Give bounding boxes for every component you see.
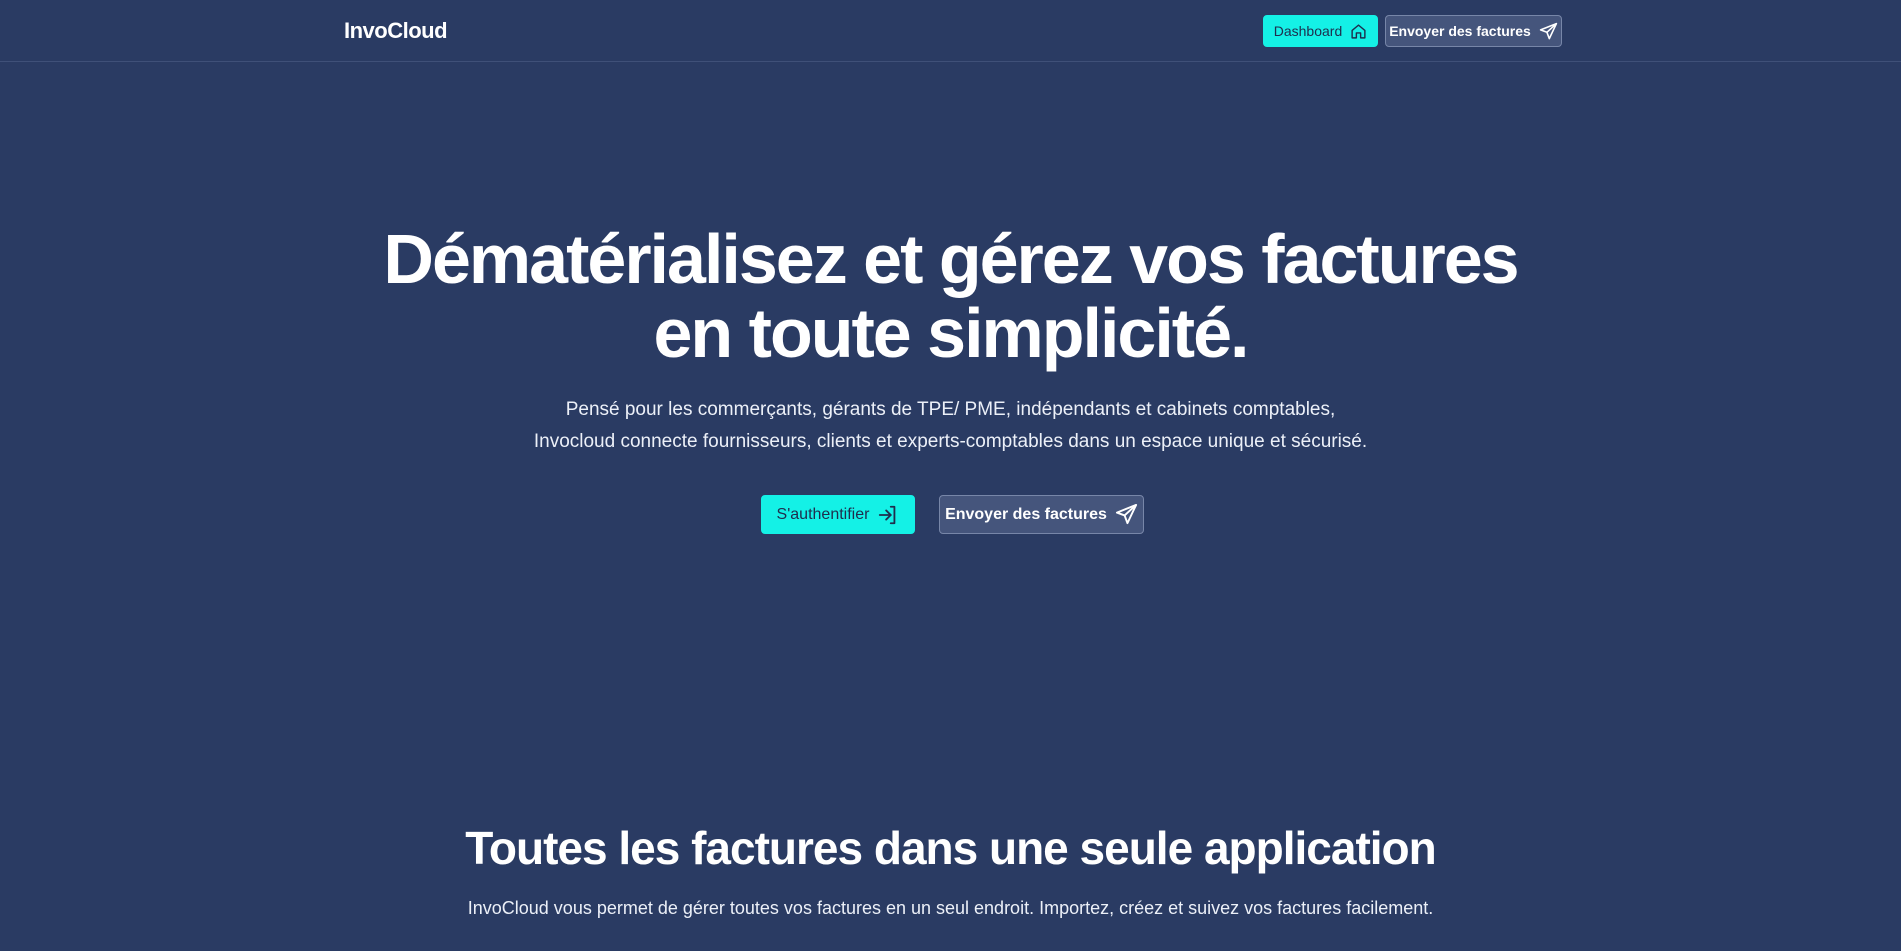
features-subtitle: InvoCloud vous permet de gérer toutes vo…: [467, 898, 1434, 918]
hero-actions: S'authentifier Envoyer des factures: [761, 495, 1144, 534]
hero-title-line2: en toute simplicité.: [653, 294, 1250, 372]
authenticate-button-label: S'authentifier: [776, 505, 870, 523]
paper-plane-icon: [1539, 22, 1558, 41]
dashboard-button-label: Dashboard: [1273, 23, 1343, 39]
sign-in-icon: [877, 504, 899, 526]
send-invoices-hero-button[interactable]: Envoyer des factures: [939, 495, 1144, 534]
paper-plane-icon: [1115, 503, 1138, 526]
features-title: Toutes les factures dans une seule appli…: [465, 822, 1437, 874]
send-invoices-nav-button[interactable]: Envoyer des factures: [1385, 15, 1562, 47]
brand-logo[interactable]: InvoCloud: [344, 18, 448, 44]
send-invoices-nav-label: Envoyer des factures: [1389, 23, 1531, 39]
send-invoices-hero-label: Envoyer des factures: [945, 505, 1107, 523]
top-navbar: InvoCloud Dashboard Envoyer des factures: [0, 0, 1901, 62]
hero-subtitle-line2: Invocloud connecte fournisseurs, clients…: [533, 431, 1368, 452]
home-icon: [1350, 23, 1367, 40]
nav-actions: Dashboard Envoyer des factures: [1263, 15, 1562, 47]
hero-subtitle-line1: Pensé pour les commerçants, gérants de T…: [565, 399, 1336, 420]
dashboard-button[interactable]: Dashboard: [1263, 15, 1378, 47]
hero-title-line1: Dématérialisez et gérez vos factures: [383, 220, 1519, 298]
hero-title: Dématérialisez et gérez vos factures en …: [0, 222, 1901, 370]
authenticate-button[interactable]: S'authentifier: [761, 495, 915, 534]
hero-subtitle: Pensé pour les commerçants, gérants de T…: [0, 394, 1901, 458]
